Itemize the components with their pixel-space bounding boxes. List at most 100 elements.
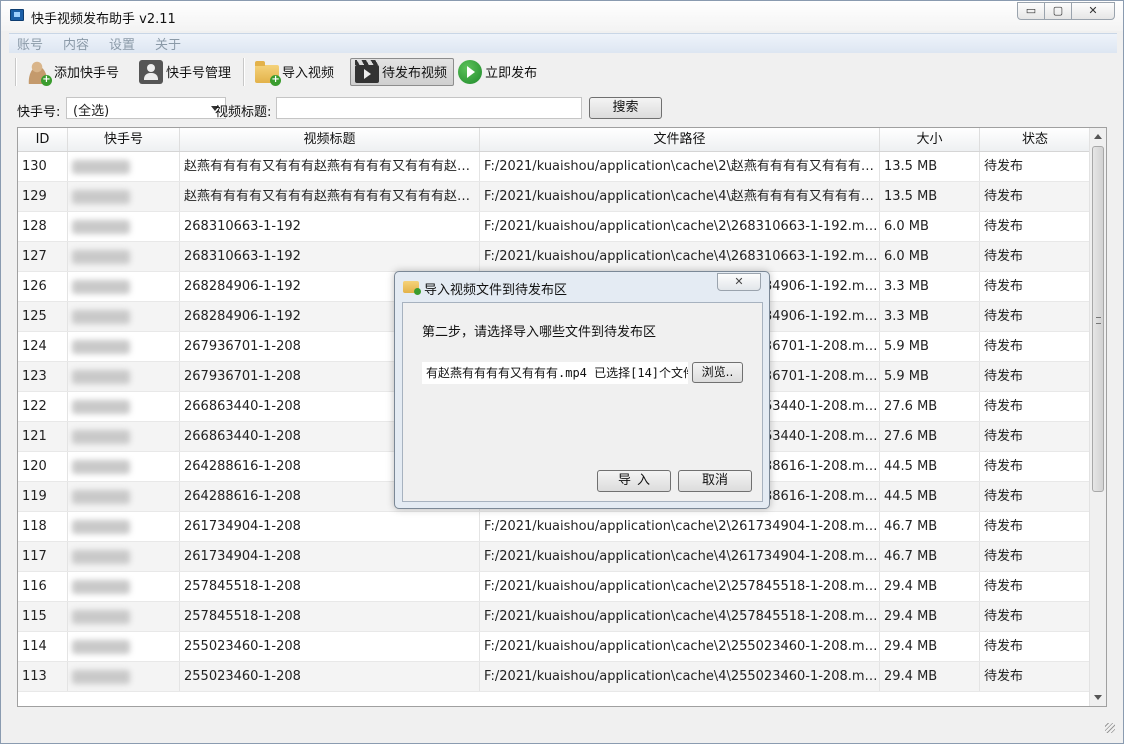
table-scrollbar[interactable] <box>1089 128 1106 706</box>
cell-size: 13.5 MB <box>880 152 980 181</box>
window-title: 快手视频发布助手 v2.11 <box>31 12 176 27</box>
cell-id: 117 <box>18 542 68 571</box>
table-row[interactable]: 113 255023460-1-208 F:/2021/kuaishou/appli… <box>18 662 1106 692</box>
column-header-id[interactable]: ID <box>18 128 68 151</box>
cell-account <box>68 242 180 271</box>
redacted-account <box>72 189 130 204</box>
cell-account <box>68 302 180 331</box>
table-row[interactable]: 118 261734904-1-208 F:/2021/kuaishou/appli… <box>18 512 1106 542</box>
play-icon <box>458 59 483 84</box>
cell-title: 261734904-1-208 <box>180 512 480 541</box>
redacted-account <box>72 369 130 384</box>
maximize-button[interactable]: ▢ <box>1044 2 1072 20</box>
menu-settings[interactable]: 设置 <box>101 34 147 53</box>
redacted-account <box>72 459 130 474</box>
main-window: 快手视频发布助手 v2.11 ▭ ▢ ✕ 账号 内容 设置 关于 添加快手号 快… <box>0 0 1124 744</box>
dialog-body: 第二步，请选择导入哪些文件到待发布区 有赵燕有有有有又有有有.mp4 已选择[1… <box>402 302 763 502</box>
add-account-label: 添加快手号 <box>54 66 120 81</box>
cell-title: 255023460-1-208 <box>180 662 480 691</box>
pending-video-button[interactable]: 待发布视频 <box>350 57 455 86</box>
column-header-state[interactable]: 状态 <box>980 128 1090 151</box>
import-button[interactable]: 导入 <box>597 470 671 492</box>
browse-button[interactable]: 浏览.. <box>692 362 743 383</box>
redacted-account <box>72 579 130 594</box>
dialog-close-button[interactable]: ✕ <box>717 273 761 291</box>
scroll-up-icon[interactable] <box>1094 134 1102 139</box>
cell-size: 29.4 MB <box>880 602 980 631</box>
cell-size: 29.4 MB <box>880 572 980 601</box>
menu-account[interactable]: 账号 <box>9 34 55 53</box>
account-card-icon <box>139 59 164 84</box>
cell-path: F:/2021/kuaishou/application\cache\4\257… <box>480 602 880 631</box>
toolbar-separator <box>243 57 246 86</box>
table-row[interactable]: 127 268310663-1-192 F:/2021/kuaishou/appli… <box>18 242 1106 272</box>
cell-account <box>68 152 180 181</box>
cell-account <box>68 632 180 661</box>
cell-size: 5.9 MB <box>880 362 980 391</box>
close-button[interactable]: ✕ <box>1071 2 1115 20</box>
publish-now-button[interactable]: 立即发布 <box>454 58 543 86</box>
cell-id: 116 <box>18 572 68 601</box>
cell-account <box>68 602 180 631</box>
manage-account-button[interactable]: 快手号管理 <box>135 58 237 86</box>
selected-files-field[interactable]: 有赵燕有有有有又有有有.mp4 已选择[14]个文件 <box>422 362 688 384</box>
cell-title: 268310663-1-192 <box>180 242 480 271</box>
cell-id: 121 <box>18 422 68 451</box>
account-filter-label: 快手号: <box>17 105 61 120</box>
import-video-label: 导入视频 <box>282 66 335 81</box>
table-row[interactable]: 117 261734904-1-208 F:/2021/kuaishou/appli… <box>18 542 1106 572</box>
filter-bar: 快手号: (全选) 视频标题: 搜索 <box>17 96 1117 122</box>
menu-about[interactable]: 关于 <box>147 34 193 53</box>
table-row[interactable]: 129 赵燕有有有有又有有有赵燕有有有有又有有有赵燕有... F:/2021/kua… <box>18 182 1106 212</box>
cell-state: 待发布 <box>984 669 1024 684</box>
cancel-button[interactable]: 取消 <box>678 470 752 492</box>
cell-title: 257845518-1-208 <box>180 572 480 601</box>
table-row[interactable]: 114 255023460-1-208 F:/2021/kuaishou/appli… <box>18 632 1106 662</box>
search-button[interactable]: 搜索 <box>589 97 662 119</box>
cell-path: F:/2021/kuaishou/application\cache\2\268… <box>480 212 880 241</box>
scroll-down-icon[interactable] <box>1094 695 1102 700</box>
cell-path: F:/2021/kuaishou/application\cache\2\255… <box>480 632 880 661</box>
status-bar <box>9 711 1117 735</box>
table-row[interactable]: 115 257845518-1-208 F:/2021/kuaishou/appli… <box>18 602 1106 632</box>
cell-path: F:/2021/kuaishou/application\cache\2\257… <box>480 572 880 601</box>
publish-now-label: 立即发布 <box>485 66 538 81</box>
cell-size: 6.0 MB <box>880 212 980 241</box>
cell-id: 125 <box>18 302 68 331</box>
cell-state: 待发布 <box>984 609 1024 624</box>
cell-state: 待发布 <box>984 159 1024 174</box>
cell-account <box>68 272 180 301</box>
table-row[interactable]: 128 268310663-1-192 F:/2021/kuaishou/appli… <box>18 212 1106 242</box>
title-bar: 快手视频发布助手 v2.11 ▭ ▢ ✕ <box>1 1 1123 31</box>
cell-id: 123 <box>18 362 68 391</box>
minimize-button[interactable]: ▭ <box>1017 2 1045 20</box>
folder-add-icon <box>403 281 421 295</box>
add-account-button[interactable]: 添加快手号 <box>23 58 125 86</box>
table-row[interactable]: 116 257845518-1-208 F:/2021/kuaishou/appli… <box>18 572 1106 602</box>
cell-state: 待发布 <box>984 309 1024 324</box>
account-select[interactable]: (全选) <box>66 97 226 119</box>
account-select-value: (全选) <box>73 104 110 119</box>
cell-state: 待发布 <box>984 219 1024 234</box>
redacted-account <box>72 279 130 294</box>
column-header-path[interactable]: 文件路径 <box>480 128 880 151</box>
table-row[interactable]: 130 赵燕有有有有又有有有赵燕有有有有又有有有赵燕有... F:/2021/kua… <box>18 152 1106 182</box>
column-header-account[interactable]: 快手号 <box>68 128 180 151</box>
cell-account <box>68 572 180 601</box>
cell-path: F:/2021/kuaishou/application\cache\4\261… <box>480 542 880 571</box>
column-header-title[interactable]: 视频标题 <box>180 128 480 151</box>
redacted-account <box>72 519 130 534</box>
folder-add-icon <box>255 60 282 86</box>
title-search-input[interactable] <box>276 97 582 119</box>
scroll-thumb[interactable] <box>1092 146 1104 492</box>
menu-content[interactable]: 内容 <box>55 34 101 53</box>
column-header-size[interactable]: 大小 <box>880 128 980 151</box>
app-icon <box>10 9 24 21</box>
cell-size: 46.7 MB <box>880 512 980 541</box>
dialog-title: 导入视频文件到待发布区 <box>424 283 568 298</box>
import-video-button[interactable]: 导入视频 <box>251 58 340 86</box>
menu-bar: 账号 内容 设置 关于 <box>9 33 1117 53</box>
resize-grip-icon[interactable] <box>1105 723 1115 733</box>
cell-size: 46.7 MB <box>880 542 980 571</box>
cell-size: 29.4 MB <box>880 662 980 691</box>
